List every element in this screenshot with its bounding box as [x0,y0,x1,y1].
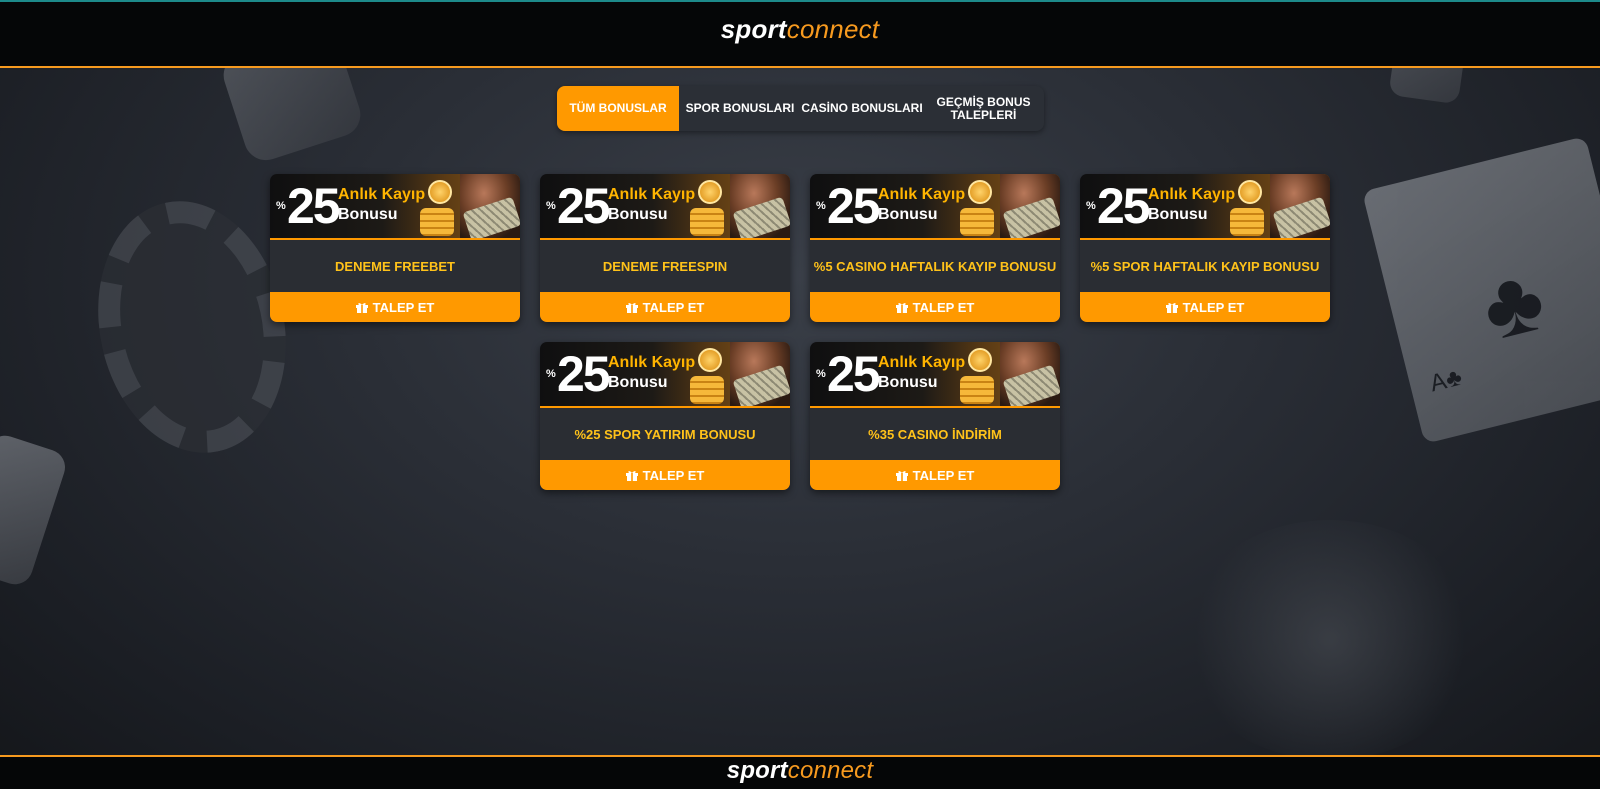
bonus-card: % 25 Anlık Kayıp Bonusu %25 SPOR YATIRIM… [540,342,790,490]
site-logo[interactable]: sportconnect [721,14,879,45]
claim-button-label: TALEP ET [372,299,435,315]
gift-icon [355,302,368,313]
gift-icon [1165,302,1178,313]
banner-line1: Anlık Kayıp [878,186,966,203]
claim-button-label: TALEP ET [912,299,975,315]
bonus-card: % 25 Anlık Kayıp Bonusu %5 CASINO HAFTAL… [810,174,1060,322]
claim-button-label: TALEP ET [642,299,705,315]
coin-stack-icon [1230,208,1264,236]
banner-line2: Bonusu [878,374,938,391]
claim-button[interactable]: TALEP ET [540,292,790,322]
tab-sports-bonuses[interactable]: SPOR BONUSLARI [679,86,801,131]
banner-percent-sign: % [816,200,826,212]
claim-button-label: TALEP ET [642,467,705,483]
tab-past-bonus-requests[interactable]: GEÇMİŞ BONUS TALEPLERİ [923,86,1044,131]
banner-number: 25 [827,346,881,402]
coin-icon [698,180,722,204]
bonus-banner-image: % 25 Anlık Kayıp Bonusu [540,342,790,408]
coin-icon [968,180,992,204]
banner-percent-sign: % [546,200,556,212]
bonus-banner-image: % 25 Anlık Kayıp Bonusu [1080,174,1330,240]
bonus-card: % 25 Anlık Kayıp Bonusu %5 SPOR HAFTALIK… [1080,174,1330,322]
gift-icon [895,470,908,481]
banner-line1: Anlık Kayıp [1148,186,1236,203]
gift-icon [895,302,908,313]
claim-button-label: TALEP ET [912,467,975,483]
tab-all-bonuses[interactable]: TÜM BONUSLAR [557,86,679,131]
bonus-card: % 25 Anlık Kayıp Bonusu %35 CASINO İNDİR… [810,342,1060,490]
bonus-title: %35 CASINO İNDİRİM [868,426,1002,442]
banner-number: 25 [1097,178,1151,234]
coin-stack-icon [690,376,724,404]
gift-icon [625,470,638,481]
banner-line1: Anlık Kayıp [608,354,696,371]
bonus-title: %5 SPOR HAFTALIK KAYIP BONUSU [1090,258,1320,274]
bonus-banner-image: % 25 Anlık Kayıp Bonusu [540,174,790,240]
coin-icon [698,348,722,372]
club-icon: ♣ [1472,248,1555,361]
banner-line1: Anlık Kayıp [878,354,966,371]
playing-card-decoration: ♣ A♣ [1361,136,1600,444]
club-icon: A♣ [1427,363,1465,398]
claim-button[interactable]: TALEP ET [270,292,520,322]
dice-decoration [0,431,70,589]
banner-line1: Anlık Kayıp [338,186,426,203]
bonus-title: %5 CASINO HAFTALIK KAYIP BONUSU [813,258,1057,274]
bonus-card: % 25 Anlık Kayıp Bonusu DENEME FREEBET T… [270,174,520,322]
bonus-title: DENEME FREESPIN [602,258,728,274]
claim-button[interactable]: TALEP ET [1080,292,1330,322]
bonus-banner-image: % 25 Anlık Kayıp Bonusu [810,174,1060,240]
banner-line2: Bonusu [608,374,668,391]
banner-number: 25 [827,178,881,234]
coin-stack-icon [690,208,724,236]
banner-line1: Anlık Kayıp [608,186,696,203]
background-glow [1180,520,1480,760]
tab-casino-bonuses[interactable]: CASİNO BONUSLARI [801,86,923,131]
banner-number: 25 [287,178,341,234]
bonus-title: DENEME FREEBET [335,258,455,274]
bonus-banner-image: % 25 Anlık Kayıp Bonusu [810,342,1060,408]
banner-line2: Bonusu [1148,206,1208,223]
banner-line2: Bonusu [338,206,398,223]
bonus-title: %25 SPOR YATIRIM BONUSU [574,426,756,442]
banner-percent-sign: % [546,368,556,380]
footer-logo[interactable]: sportconnect [727,757,873,785]
banner-number: 25 [557,178,611,234]
banner-line2: Bonusu [608,206,668,223]
banner-line2: Bonusu [878,206,938,223]
bonus-card: % 25 Anlık Kayıp Bonusu DENEME FREESPIN … [540,174,790,322]
site-footer: sportconnect [0,755,1600,789]
bonus-tabs: TÜM BONUSLAR SPOR BONUSLARI CASİNO BONUS… [557,86,1044,131]
coin-icon [968,348,992,372]
claim-button-label: TALEP ET [1182,299,1245,315]
coin-icon [428,180,452,204]
gift-icon [625,302,638,313]
bonus-banner-image: % 25 Anlık Kayıp Bonusu [270,174,520,240]
coin-stack-icon [420,208,454,236]
coin-icon [1238,180,1262,204]
banner-number: 25 [557,346,611,402]
coin-stack-icon [960,208,994,236]
claim-button[interactable]: TALEP ET [810,460,1060,490]
claim-button[interactable]: TALEP ET [540,460,790,490]
banner-percent-sign: % [816,368,826,380]
banner-percent-sign: % [276,200,286,212]
claim-button[interactable]: TALEP ET [810,292,1060,322]
coin-stack-icon [960,376,994,404]
banner-percent-sign: % [1086,200,1096,212]
site-header: sportconnect [0,0,1600,68]
